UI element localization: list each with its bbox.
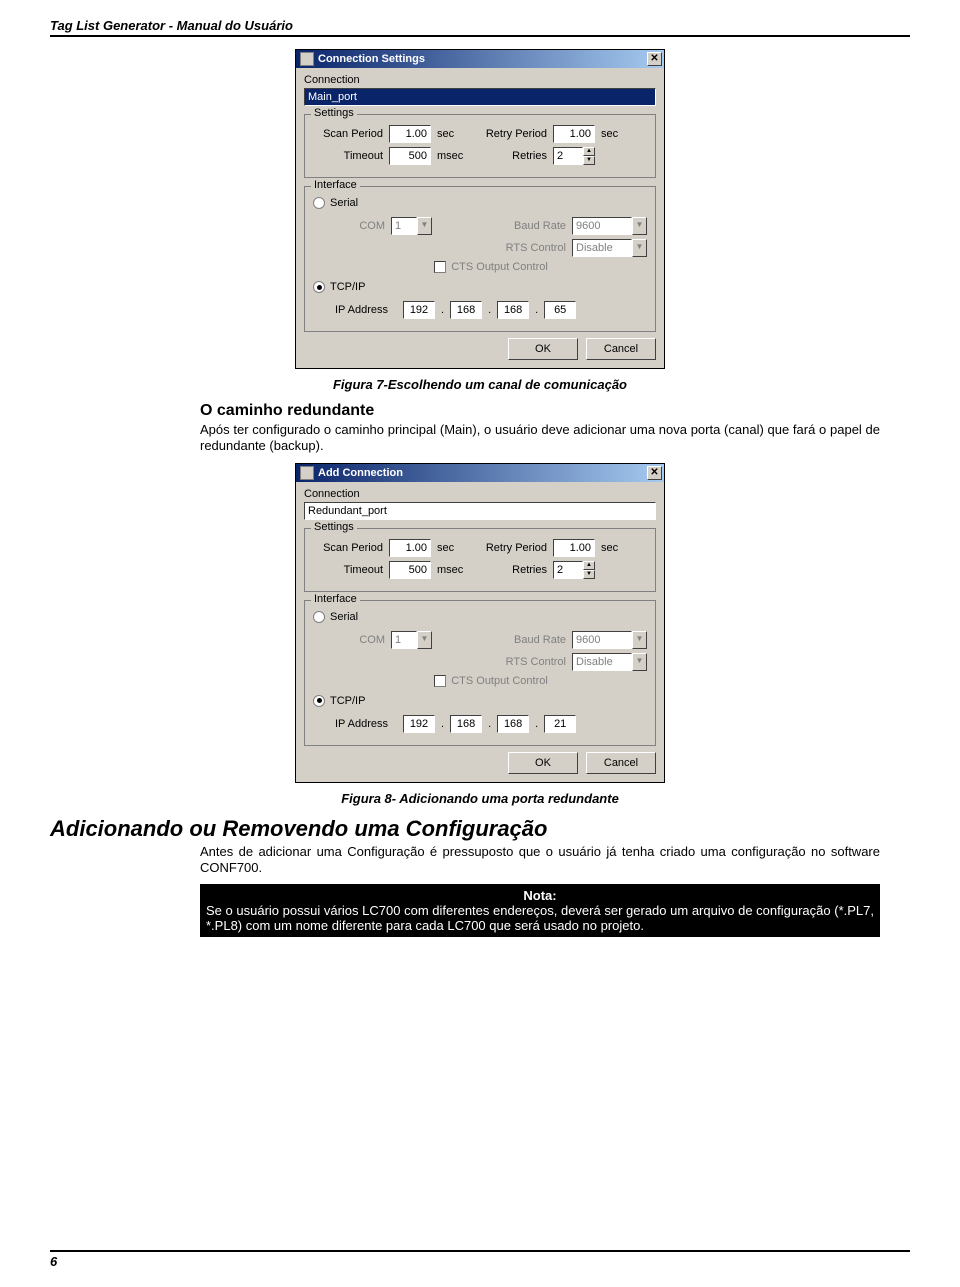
com-select: 1▼ (391, 217, 432, 235)
close-icon[interactable]: ✕ (647, 52, 662, 66)
chevron-down-icon: ▼ (632, 239, 647, 257)
dialog-titlebar: Connection Settings ✕ (296, 50, 664, 68)
app-icon (300, 466, 314, 480)
scan-period-unit: sec (437, 542, 471, 554)
connection-label: Connection (304, 74, 656, 86)
page-number: 6 (50, 1250, 910, 1269)
interface-group: Interface Serial COM 1▼ Baud Rate 9600▼ … (304, 600, 656, 746)
cancel-button[interactable]: Cancel (586, 752, 656, 774)
ip-label: IP Address (335, 304, 397, 316)
note-body: Se o usuário possui vários LC700 com dif… (206, 903, 874, 933)
scan-period-input[interactable]: 1.00 (389, 539, 431, 557)
app-icon (300, 52, 314, 66)
interface-legend: Interface (311, 593, 360, 605)
ip-octet-4[interactable]: 65 (544, 301, 576, 319)
retry-period-input[interactable]: 1.00 (553, 125, 595, 143)
ip-octet-3[interactable]: 168 (497, 715, 529, 733)
figure-caption-8: Figura 8- Adicionando uma porta redundan… (50, 791, 910, 806)
figure-caption-7: Figura 7-Escolhendo um canal de comunica… (50, 377, 910, 392)
timeout-unit: msec (437, 564, 471, 576)
settings-legend: Settings (311, 107, 357, 119)
note-title: Nota: (206, 888, 874, 903)
ip-label: IP Address (335, 718, 397, 730)
chevron-up-icon[interactable]: ▲ (583, 561, 595, 570)
connection-label: Connection (304, 488, 656, 500)
settings-legend: Settings (311, 521, 357, 533)
retry-period-input[interactable]: 1.00 (553, 539, 595, 557)
baud-select: 9600▼ (572, 631, 647, 649)
ok-button[interactable]: OK (508, 752, 578, 774)
retries-label: Retries (477, 150, 547, 162)
redundant-path-paragraph: Após ter configurado o caminho principal… (200, 422, 880, 455)
chevron-down-icon: ▼ (417, 217, 432, 235)
baud-label: Baud Rate (496, 220, 566, 232)
close-icon[interactable]: ✕ (647, 466, 662, 480)
baud-select: 9600▼ (572, 217, 647, 235)
cts-checkbox: CTS Output Control (434, 675, 548, 687)
serial-radio[interactable]: Serial (313, 197, 358, 209)
retries-label: Retries (477, 564, 547, 576)
ip-octet-4[interactable]: 21 (544, 715, 576, 733)
chevron-up-icon[interactable]: ▲ (583, 147, 595, 156)
interface-group: Interface Serial COM 1▼ Baud Rate 9600▼ … (304, 186, 656, 332)
ip-octet-3[interactable]: 168 (497, 301, 529, 319)
retry-period-label: Retry Period (477, 542, 547, 554)
scan-period-label: Scan Period (313, 128, 383, 140)
tcpip-radio[interactable]: TCP/IP (313, 695, 365, 707)
chevron-down-icon[interactable]: ▼ (583, 156, 595, 165)
chevron-down-icon: ▼ (632, 653, 647, 671)
chevron-down-icon[interactable]: ▼ (583, 570, 595, 579)
dialog-titlebar: Add Connection ✕ (296, 464, 664, 482)
timeout-label: Timeout (313, 564, 383, 576)
page-header: Tag List Generator - Manual do Usuário (50, 18, 910, 37)
retry-period-unit: sec (601, 128, 635, 140)
chevron-down-icon: ▼ (632, 631, 647, 649)
rts-label: RTS Control (496, 242, 566, 254)
add-connection-dialog: Add Connection ✕ Connection Redundant_po… (295, 463, 665, 783)
ip-octet-2[interactable]: 168 (450, 715, 482, 733)
settings-group: Settings Scan Period 1.00 sec Retry Peri… (304, 114, 656, 178)
connection-input[interactable]: Main_port (304, 88, 656, 106)
serial-radio[interactable]: Serial (313, 611, 358, 623)
interface-legend: Interface (311, 179, 360, 191)
chevron-down-icon: ▼ (417, 631, 432, 649)
redundant-path-heading: O caminho redundante (200, 402, 880, 420)
ip-octet-2[interactable]: 168 (450, 301, 482, 319)
ok-button[interactable]: OK (508, 338, 578, 360)
note-box: Nota: Se o usuário possui vários LC700 c… (200, 884, 880, 937)
dialog-title: Connection Settings (318, 53, 425, 65)
scan-period-unit: sec (437, 128, 471, 140)
rts-label: RTS Control (496, 656, 566, 668)
scan-period-label: Scan Period (313, 542, 383, 554)
baud-label: Baud Rate (496, 634, 566, 646)
settings-group: Settings Scan Period 1.00 sec Retry Peri… (304, 528, 656, 592)
chevron-down-icon: ▼ (632, 217, 647, 235)
connection-settings-dialog: Connection Settings ✕ Connection Main_po… (295, 49, 665, 369)
dialog-title: Add Connection (318, 467, 403, 479)
retry-period-unit: sec (601, 542, 635, 554)
cancel-button[interactable]: Cancel (586, 338, 656, 360)
ip-octet-1[interactable]: 192 (403, 715, 435, 733)
rts-select: Disable▼ (572, 239, 647, 257)
com-label: COM (335, 634, 385, 646)
timeout-input[interactable]: 500 (389, 147, 431, 165)
add-remove-config-heading: Adicionando ou Removendo uma Configuraçã… (50, 816, 910, 842)
scan-period-input[interactable]: 1.00 (389, 125, 431, 143)
timeout-unit: msec (437, 150, 471, 162)
rts-select: Disable▼ (572, 653, 647, 671)
connection-input[interactable]: Redundant_port (304, 502, 656, 520)
retries-spinner[interactable]: 2 ▲▼ (553, 147, 595, 165)
cts-checkbox: CTS Output Control (434, 261, 548, 273)
ip-octet-1[interactable]: 192 (403, 301, 435, 319)
retries-spinner[interactable]: 2 ▲▼ (553, 561, 595, 579)
add-remove-config-paragraph: Antes de adicionar uma Configuração é pr… (200, 844, 880, 877)
tcpip-radio[interactable]: TCP/IP (313, 281, 365, 293)
timeout-input[interactable]: 500 (389, 561, 431, 579)
retry-period-label: Retry Period (477, 128, 547, 140)
timeout-label: Timeout (313, 150, 383, 162)
com-label: COM (335, 220, 385, 232)
com-select: 1▼ (391, 631, 432, 649)
